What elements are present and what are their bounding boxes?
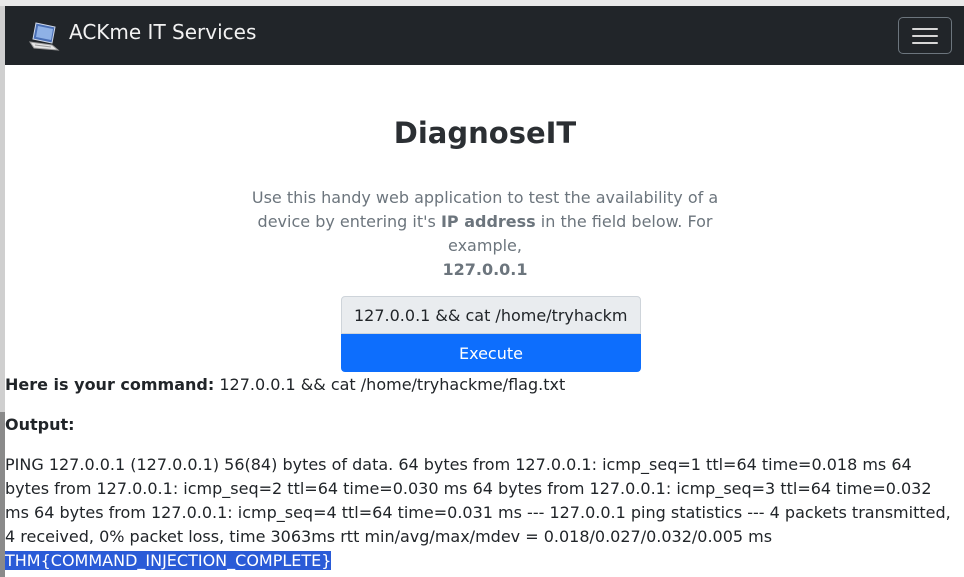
- output-label: Output:: [5, 415, 75, 434]
- command-label: Here is your command:: [5, 375, 215, 394]
- output-text: PING 127.0.0.1 (127.0.0.1) 56(84) bytes …: [5, 455, 951, 546]
- command-output: PING 127.0.0.1 (127.0.0.1) 56(84) bytes …: [5, 453, 960, 573]
- hamburger-menu-button[interactable]: [898, 17, 952, 54]
- command-value: 127.0.0.1 && cat /home/tryhackme/flag.tx…: [219, 375, 566, 394]
- description-example: 127.0.0.1: [442, 260, 528, 279]
- page-title: DiagnoseIT: [393, 116, 577, 150]
- execute-button[interactable]: Execute: [341, 334, 641, 372]
- laptop-icon[interactable]: [27, 19, 61, 53]
- brand-name[interactable]: ACKme IT Services: [69, 20, 256, 44]
- command-line: Here is your command: 127.0.0.1 && cat /…: [5, 373, 955, 397]
- ip-address-input[interactable]: [341, 296, 641, 334]
- description-emphasis: IP address: [440, 212, 536, 231]
- page-description: Use this handy web application to test t…: [235, 186, 735, 282]
- flag-text: THM{COMMAND_INJECTION_COMPLETE}: [5, 551, 332, 570]
- navbar: ACKme IT Services: [5, 6, 964, 65]
